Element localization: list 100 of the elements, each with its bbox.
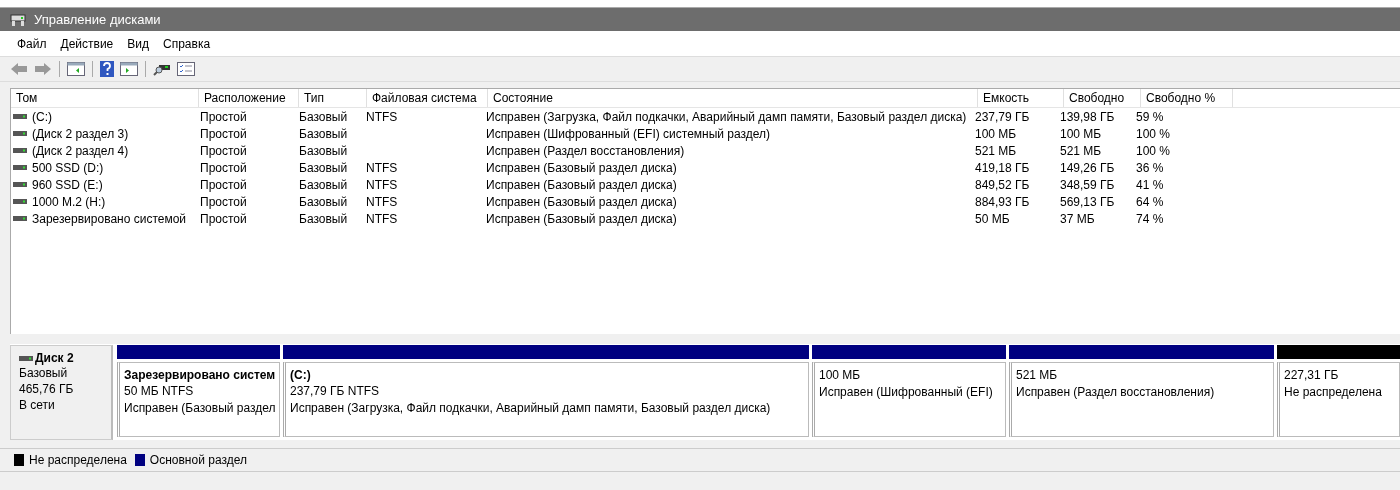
table-cell: 348,59 ГБ xyxy=(1060,177,1115,192)
partition-name: Зарезервировано систем xyxy=(124,367,277,383)
table-cell: Простой xyxy=(200,126,247,141)
partition-block[interactable]: 521 МБ Исправен (Раздел восстановления) xyxy=(1009,362,1274,437)
table-cell: Базовый xyxy=(299,143,348,158)
table-cell: 960 SSD (E:) xyxy=(32,177,103,192)
partition-status: Исправен (Шифрованный (EFI) xyxy=(819,384,994,401)
table-cell: 500 SSD (D:) xyxy=(32,160,104,175)
partition-status: Исправен (Базовый раздел xyxy=(124,400,277,417)
table-cell: 100 МБ xyxy=(1060,126,1102,141)
column-header[interactable]: Файловая система xyxy=(367,89,488,107)
partition-block[interactable]: (C:) 237,79 ГБ NTFS Исправен (Загрузка, Файл подкачки, Аварийный дамп памяти, Базовый раздел диска) xyxy=(283,362,809,437)
table-cell: 59 % xyxy=(1136,109,1164,124)
drive-icon xyxy=(13,114,27,119)
table-cell: Исправен (Базовый раздел диска) xyxy=(486,211,677,226)
drive-icon xyxy=(13,199,27,204)
drive-icon xyxy=(19,355,33,361)
partition-size: 100 МБ xyxy=(819,367,862,384)
menu-item[interactable]: Файл xyxy=(10,36,54,51)
partition-size: 50 МБ NTFS xyxy=(124,383,195,400)
table-cell: 100 % xyxy=(1136,143,1171,158)
table-cell: NTFS xyxy=(366,177,398,192)
table-cell: Простой xyxy=(200,194,247,209)
table-cell: Простой xyxy=(200,109,247,124)
partition-size: 227,31 ГБ xyxy=(1284,367,1340,384)
table-cell: NTFS xyxy=(366,109,398,124)
connect-icon[interactable] xyxy=(153,62,171,76)
partition-status: Исправен (Раздел восстановления) xyxy=(1016,384,1216,401)
partition-size: 521 МБ xyxy=(1016,367,1059,384)
table-cell: Исправен (Загрузка, Файл подкачки, Аварийный дамп памяти, Базовый раздел диска) xyxy=(486,109,967,124)
console-tree-icon[interactable] xyxy=(67,62,85,76)
table-cell: NTFS xyxy=(366,160,398,175)
table-cell: Простой xyxy=(200,211,247,226)
drive-icon xyxy=(13,182,27,187)
table-cell: 41 % xyxy=(1136,177,1164,192)
menu-item[interactable]: Вид xyxy=(120,36,156,51)
table-cell: Базовый xyxy=(299,160,348,175)
column-header[interactable]: Состояние xyxy=(488,89,978,107)
table-cell: 100 % xyxy=(1136,126,1171,141)
table-cell: Базовый xyxy=(299,177,348,192)
partition-status: Исправен (Загрузка, Файл подкачки, Аварийный дамп памяти, Базовый раздел диска) xyxy=(290,400,772,417)
table-cell: Базовый xyxy=(299,109,348,124)
partition-size: 237,79 ГБ NTFS xyxy=(290,383,381,400)
table-cell: 64 % xyxy=(1136,194,1164,209)
disk-size: 465,76 ГБ xyxy=(19,381,75,397)
table-cell: Простой xyxy=(200,160,247,175)
table-cell: Базовый xyxy=(299,194,348,209)
table-cell: 849,52 ГБ xyxy=(975,177,1030,192)
table-cell: Базовый xyxy=(299,211,348,226)
partition-status: Не распределена xyxy=(1284,384,1383,401)
table-cell: 37 МБ xyxy=(1060,211,1095,226)
table-cell: 149,26 ГБ xyxy=(1060,160,1115,175)
table-cell: Исправен (Базовый раздел диска) xyxy=(486,160,677,175)
menu-item[interactable]: Действие xyxy=(53,36,121,51)
window-title: Управление дисками xyxy=(34,12,161,27)
drive-icon xyxy=(13,216,27,221)
column-header[interactable]: Том xyxy=(11,89,199,107)
partition-block[interactable]: 227,31 ГБ Не распределена xyxy=(1277,362,1400,437)
table-cell: NTFS xyxy=(366,211,398,226)
table-cell: 521 МБ xyxy=(1060,143,1102,158)
table-cell: 1000 M.2 (H:) xyxy=(32,194,106,209)
help-icon[interactable] xyxy=(100,61,114,77)
table-cell: Простой xyxy=(200,177,247,192)
legend-label: Основной раздел xyxy=(149,453,247,467)
table-cell: Исправен (Шифрованный (EFI) системный раздел) xyxy=(486,126,771,141)
disk-name: Диск 2 xyxy=(35,351,74,365)
column-header[interactable]: Свободно % xyxy=(1141,89,1233,107)
drive-icon xyxy=(13,131,27,136)
table-cell: (C:) xyxy=(32,109,52,124)
column-header[interactable]: Тип xyxy=(299,89,367,107)
table-cell: 74 % xyxy=(1136,211,1164,226)
table-cell: 237,79 ГБ xyxy=(975,109,1030,124)
table-cell: 521 МБ xyxy=(975,143,1017,158)
table-cell: 569,13 ГБ xyxy=(1060,194,1115,209)
partition-block[interactable]: 100 МБ Исправен (Шифрованный (EFI) xyxy=(812,362,1006,437)
table-cell: 884,93 ГБ xyxy=(975,194,1030,209)
partition-name: (C:) xyxy=(290,367,312,383)
table-cell: 419,18 ГБ xyxy=(975,160,1030,175)
table-cell: Зарезервировано системой xyxy=(32,211,187,226)
table-cell: (Диск 2 раздел 3) xyxy=(32,126,129,141)
column-header[interactable]: Свободно xyxy=(1064,89,1141,107)
partition-block[interactable]: Зарезервировано систем 50 МБ NTFS Исправен (Базовый раздел xyxy=(117,362,280,437)
table-cell: Исправен (Базовый раздел диска) xyxy=(486,194,677,209)
column-header[interactable]: Расположение xyxy=(199,89,299,107)
table-cell: 50 МБ xyxy=(975,211,1010,226)
table-cell: NTFS xyxy=(366,194,398,209)
table-cell: 36 % xyxy=(1136,160,1164,175)
table-cell: (Диск 2 раздел 4) xyxy=(32,143,129,158)
disk-status: В сети xyxy=(19,397,56,413)
table-cell: Простой xyxy=(200,143,247,158)
drive-icon xyxy=(13,148,27,153)
disk-type: Базовый xyxy=(19,365,69,381)
table-cell: Исправен (Базовый раздел диска) xyxy=(486,177,677,192)
column-header[interactable]: Емкость xyxy=(978,89,1064,107)
properties-icon[interactable] xyxy=(177,62,195,76)
drive-icon xyxy=(13,165,27,170)
table-cell: 100 МБ xyxy=(975,126,1017,141)
action-pane-icon[interactable] xyxy=(120,62,138,76)
menu-item[interactable]: Справка xyxy=(156,36,218,51)
table-cell: Исправен (Раздел восстановления) xyxy=(486,143,685,158)
